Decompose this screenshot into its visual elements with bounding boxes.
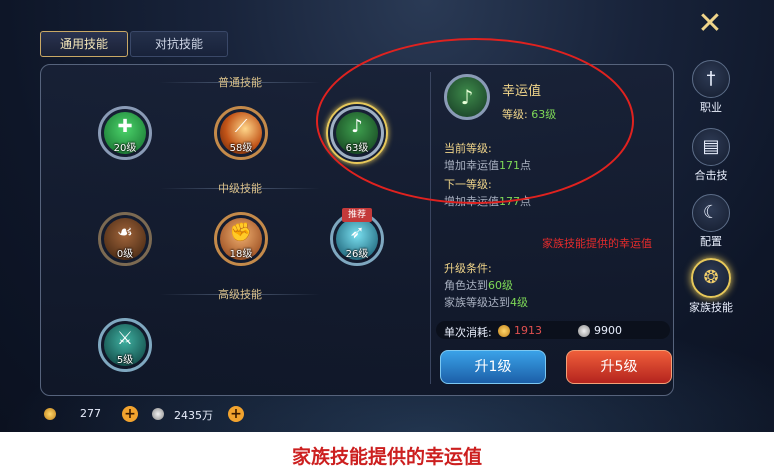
side-menu-config[interactable]: ☾ 配置	[687, 194, 735, 249]
skill-slot-sword[interactable]: ⚔ 5级	[98, 318, 152, 372]
upgrade-5-levels-button[interactable]: 升5级	[566, 350, 672, 384]
side-menu-family-skill[interactable]: ❂ 家族技能	[687, 258, 735, 315]
skill-level: 18级	[229, 249, 253, 260]
silver-amount: 2435万	[174, 409, 213, 422]
skill-level: 5级	[116, 355, 134, 366]
skill-level: 58级	[229, 143, 253, 154]
cost-label: 单次消耗:	[444, 326, 492, 339]
requirement-role-level: 角色达到60级	[444, 279, 513, 292]
requirement-family-level: 家族等级达到4级	[444, 296, 528, 309]
skill-level: 26级	[345, 249, 369, 260]
skill-level: 20级	[113, 143, 137, 154]
close-icon[interactable]: ✕	[694, 8, 726, 40]
skill-slot-heal[interactable]: ✚ 20级	[98, 106, 152, 160]
game-screen: 通用技能 对抗技能 ✕ 普通技能 中级技能 高级技能 ✚ 20级 ⟋ 58级 ♪…	[0, 0, 774, 432]
add-gold-button[interactable]: +	[122, 406, 138, 422]
section-intermediate-title: 中级技能	[218, 182, 262, 195]
strength-arm-icon: ✊	[229, 222, 253, 243]
cost-silver-value: 9900	[594, 324, 622, 337]
recommend-badge: 推荐	[342, 208, 372, 222]
tab-versus-skills[interactable]: 对抗技能	[130, 31, 228, 57]
annotation-ellipse	[316, 38, 634, 204]
silver-coin-icon	[578, 325, 590, 337]
gold-coin-icon	[498, 325, 510, 337]
section-advanced-title: 高级技能	[218, 288, 262, 301]
tab-general-skills[interactable]: 通用技能	[40, 31, 128, 57]
beast-icon: ☙	[116, 222, 134, 243]
section-normal-title: 普通技能	[218, 76, 262, 89]
arrow-volley-icon: ➶	[349, 222, 365, 243]
slash-icon: ⟋	[234, 116, 248, 137]
moon-icon: ☾	[692, 194, 730, 232]
skill-slot-slash[interactable]: ⟋ 58级	[214, 106, 268, 160]
annotation-note: 家族技能提供的幸运值	[542, 237, 652, 250]
upgrade-requirements-title: 升级条件:	[444, 262, 492, 275]
skill-slot-strength[interactable]: ✊ 18级	[214, 212, 268, 266]
book-icon: ▤	[692, 128, 730, 166]
side-menu-profession[interactable]: † 职业	[687, 60, 735, 115]
gold-currency-icon	[44, 408, 56, 420]
gold-amount: 277	[80, 407, 101, 420]
family-crest-icon: ❂	[691, 258, 731, 298]
figure-caption: 家族技能提供的幸运值	[291, 446, 482, 468]
silver-currency-icon	[152, 408, 164, 420]
sword-shield-icon: ⚔	[116, 328, 134, 349]
heal-cross-icon: ✚	[117, 116, 133, 137]
side-menu-combo-skill[interactable]: ▤ 合击技	[687, 128, 735, 183]
skill-slot-beast[interactable]: ☙ 0级	[98, 212, 152, 266]
add-silver-button[interactable]: +	[228, 406, 244, 422]
sword-icon: †	[692, 60, 730, 98]
skill-level: 0级	[116, 249, 134, 260]
cost-gold-value: 1913	[514, 324, 542, 337]
upgrade-1-level-button[interactable]: 升1级	[440, 350, 546, 384]
